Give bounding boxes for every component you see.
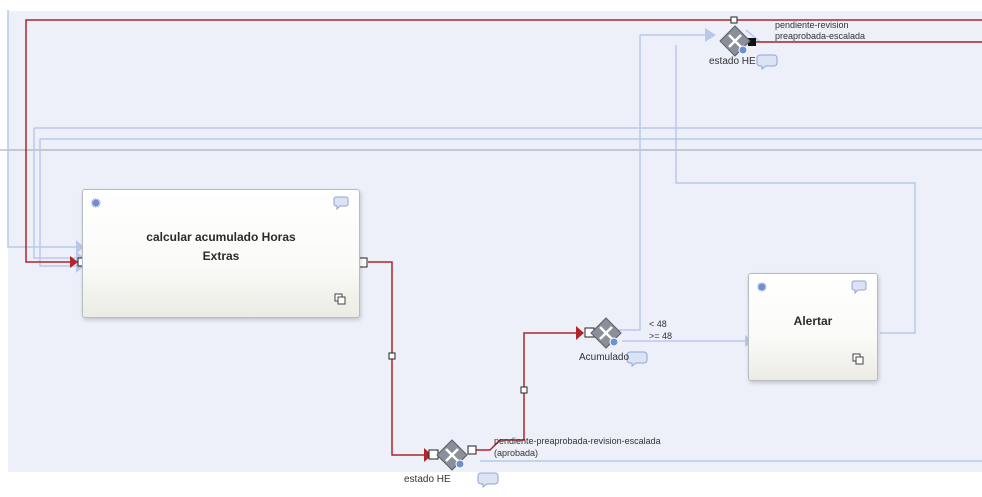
comment-icon[interactable] <box>333 196 349 210</box>
process-canvas[interactable]: ✹ calcular acumulado Horas Extras ✹ Aler… <box>0 0 982 497</box>
task-label: Alertar <box>793 314 833 328</box>
handle-gw-bottom-in <box>428 449 439 460</box>
comment-icon[interactable] <box>851 280 867 294</box>
handle-midpoint-1 <box>388 352 396 360</box>
handle-top-midpoint <box>730 16 738 24</box>
gateway-label: Acumulado <box>579 352 630 363</box>
condition-label: < 48 <box>649 319 667 329</box>
condition-label: pendiente-preaprobada-revision-escalada <box>494 436 661 446</box>
subprocess-icon <box>334 293 346 305</box>
handle-midpoint-2 <box>520 386 528 394</box>
condition-label: preaprobada-escalada <box>775 31 866 41</box>
handle-gw-bottom-out <box>467 445 477 455</box>
gear-icon: ✹ <box>756 279 768 295</box>
gateway-label: estado HE <box>709 56 756 67</box>
task-alertar[interactable]: ✹ Alertar <box>748 273 878 381</box>
task-calcular-acumulado[interactable]: ✹ calcular acumulado Horas Extras <box>82 189 360 318</box>
condition-label: >= 48 <box>649 331 673 341</box>
task-label-line2: Extras <box>202 249 240 263</box>
condition-label: pendiente-revision <box>775 20 849 30</box>
gear-icon: ✹ <box>90 195 102 211</box>
condition-label: (aprobada) <box>494 448 539 458</box>
subprocess-icon <box>852 353 864 365</box>
gateway-label: estado HE <box>404 474 451 485</box>
